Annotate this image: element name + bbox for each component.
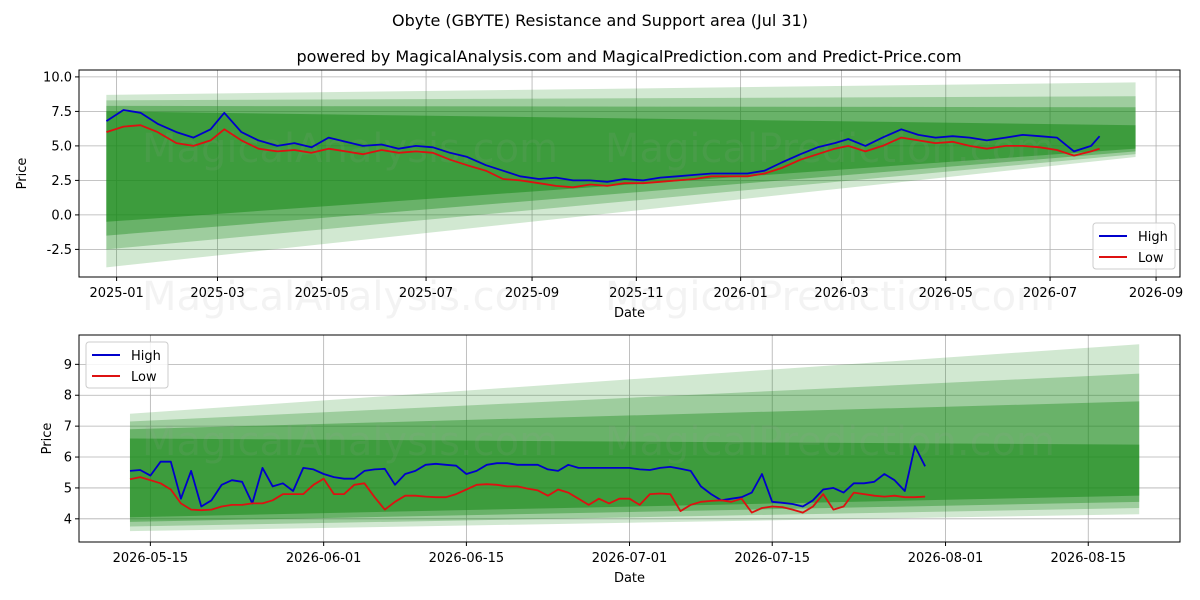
x-tick-label: 2026-08-15 (1050, 551, 1126, 566)
x-tick-label: 2026-08-01 (908, 551, 984, 566)
x-tick-label: 2026-01 (713, 286, 767, 301)
y-tick-label: 7.5 (51, 105, 72, 120)
x-tick-label: 2026-03 (814, 286, 868, 301)
x-tick-label: 2025-07 (399, 286, 453, 301)
y-axis-label: Price (15, 158, 30, 190)
y-tick-label: 4 (64, 512, 72, 527)
y-axis-label: Price (40, 423, 55, 455)
x-axis-label: Date (614, 571, 645, 586)
bottom-panel: MagicalAnalysis.com MagicalPrediction.com… (40, 334, 1181, 586)
legend: High Low (85, 341, 169, 389)
y-tick-label: 7 (64, 420, 72, 435)
x-tick-label: 2025-05 (295, 286, 349, 301)
legend: High Low (1092, 222, 1176, 270)
watermark-text: MagicalAnalysis.com (142, 419, 558, 465)
x-tick-label: 2026-05 (919, 286, 973, 301)
x-tick-label: 2026-09 (1129, 286, 1183, 301)
chart-figure: Obyte (GBYTE) Resistance and Support are… (15, 11, 1183, 586)
y-tick-label: 5.0 (51, 139, 72, 154)
y-tick-label: 0.0 (51, 208, 72, 223)
x-tick-label: 2026-06-15 (429, 551, 505, 566)
x-tick-label: 2026-05-15 (113, 551, 189, 566)
x-tick-label: 2025-11 (609, 286, 663, 301)
x-tick-label: 2026-07-15 (734, 551, 810, 566)
watermark-text: MagicalPrediction.com (605, 419, 1055, 465)
x-tick-label: 2025-01 (89, 286, 143, 301)
x-axis-label: Date (614, 306, 645, 321)
x-tick-label: 2026-07 (1023, 286, 1077, 301)
legend-label-high: High (1138, 230, 1168, 245)
x-tick-label: 2025-09 (505, 286, 559, 301)
y-tick-label: 10.0 (43, 70, 72, 85)
chart-subtitle: powered by MagicalAnalysis.com and Magic… (296, 47, 961, 66)
y-tick-label: 8 (64, 389, 72, 404)
y-tick-label: -2.5 (47, 243, 72, 258)
legend-label-low: Low (131, 370, 157, 385)
top-panel: MagicalAnalysis.com MagicalPrediction.com… (15, 69, 1183, 321)
x-tick-label: 2025-03 (190, 286, 244, 301)
x-tick-label: 2026-07-01 (592, 551, 668, 566)
chart-title: Obyte (GBYTE) Resistance and Support are… (392, 11, 808, 30)
y-tick-label: 6 (64, 451, 72, 466)
legend-label-high: High (131, 349, 161, 364)
y-tick-label: 9 (64, 358, 72, 373)
y-tick-label: 2.5 (51, 174, 72, 189)
legend-label-low: Low (1138, 251, 1164, 266)
x-tick-label: 2026-06-01 (286, 551, 362, 566)
y-tick-label: 5 (64, 481, 72, 496)
